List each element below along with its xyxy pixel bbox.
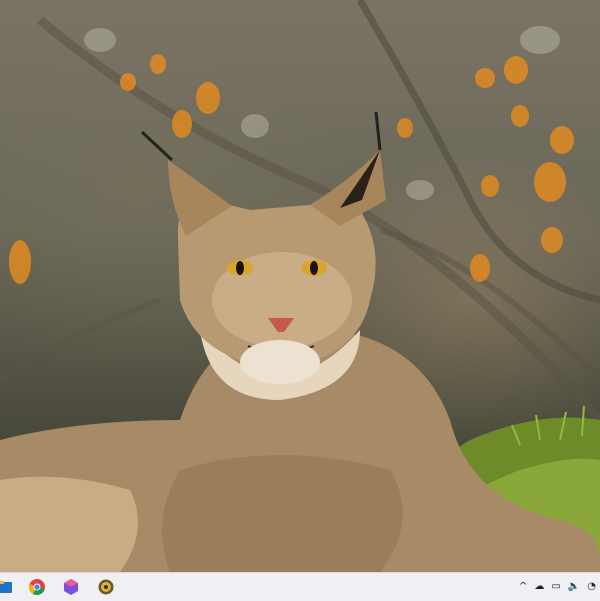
lynx-photo bbox=[0, 0, 600, 572]
chevron-up-icon[interactable]: ^ bbox=[519, 579, 527, 595]
chrome-icon[interactable] bbox=[28, 578, 46, 596]
volume-icon[interactable]: 🔈 bbox=[568, 579, 580, 595]
cloud-icon[interactable]: ☁ bbox=[534, 579, 544, 595]
taskbar: ^ ☁ ▭ 🔈 ◔ bbox=[0, 572, 600, 601]
battery-icon[interactable]: ▭ bbox=[551, 579, 560, 595]
app-hexagon-icon[interactable] bbox=[62, 578, 80, 596]
system-tray: ^ ☁ ▭ 🔈 ◔ bbox=[519, 579, 596, 595]
network-icon[interactable]: ◔ bbox=[587, 579, 596, 595]
app-round-icon[interactable] bbox=[97, 578, 115, 596]
desktop-wallpaper bbox=[0, 0, 600, 572]
file-explorer-icon[interactable] bbox=[0, 578, 14, 596]
